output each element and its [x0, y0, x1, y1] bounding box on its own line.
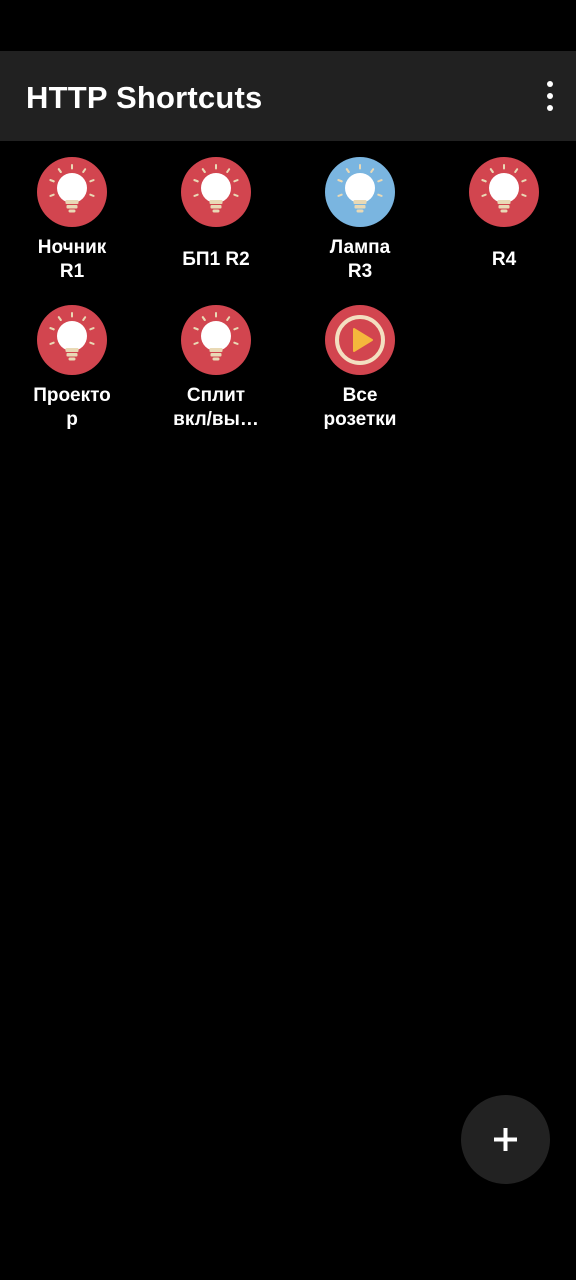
lightbulb-icon: [325, 157, 395, 227]
shortcut-tile[interactable]: Все розетки: [288, 289, 432, 437]
shortcut-label: R4: [491, 249, 517, 270]
shortcut-label: Проекто р: [33, 385, 111, 430]
shortcut-tile[interactable]: R4: [432, 141, 576, 289]
menu-dot: [547, 105, 553, 111]
lightbulb-icon: [181, 157, 251, 227]
shortcut-label: БП1 R2: [182, 249, 250, 270]
shortcut-tile[interactable]: Проекто р: [0, 289, 144, 437]
lightbulb-icon: [181, 305, 251, 375]
menu-dot: [547, 93, 553, 99]
shortcut-tile[interactable]: Сплит вкл/вы…: [144, 289, 288, 437]
screen: HTTP Shortcuts Ночник R1 БП1 R2 Лампа R3: [0, 0, 576, 1280]
shortcut-label: Сплит вкл/вы…: [173, 385, 259, 430]
shortcut-tile[interactable]: Ночник R1: [0, 141, 144, 289]
shortcut-tile[interactable]: БП1 R2: [144, 141, 288, 289]
shortcut-label: Все розетки: [323, 385, 397, 430]
lightbulb-icon: [37, 157, 107, 227]
shortcut-label: Лампа R3: [329, 237, 391, 282]
lightbulb-icon: [37, 305, 107, 375]
menu-dot: [547, 81, 553, 87]
app-bar: HTTP Shortcuts: [0, 51, 576, 141]
shortcut-tile[interactable]: Лампа R3: [288, 141, 432, 289]
plus-icon: [494, 1128, 517, 1151]
lightbulb-icon: [469, 157, 539, 227]
app-title: HTTP Shortcuts: [26, 80, 263, 115]
shortcut-label: Ночник R1: [37, 237, 107, 282]
status-bar: [0, 0, 576, 51]
more-vert-icon[interactable]: [538, 72, 562, 120]
play-icon: [325, 305, 395, 375]
add-shortcut-button[interactable]: [461, 1095, 550, 1184]
